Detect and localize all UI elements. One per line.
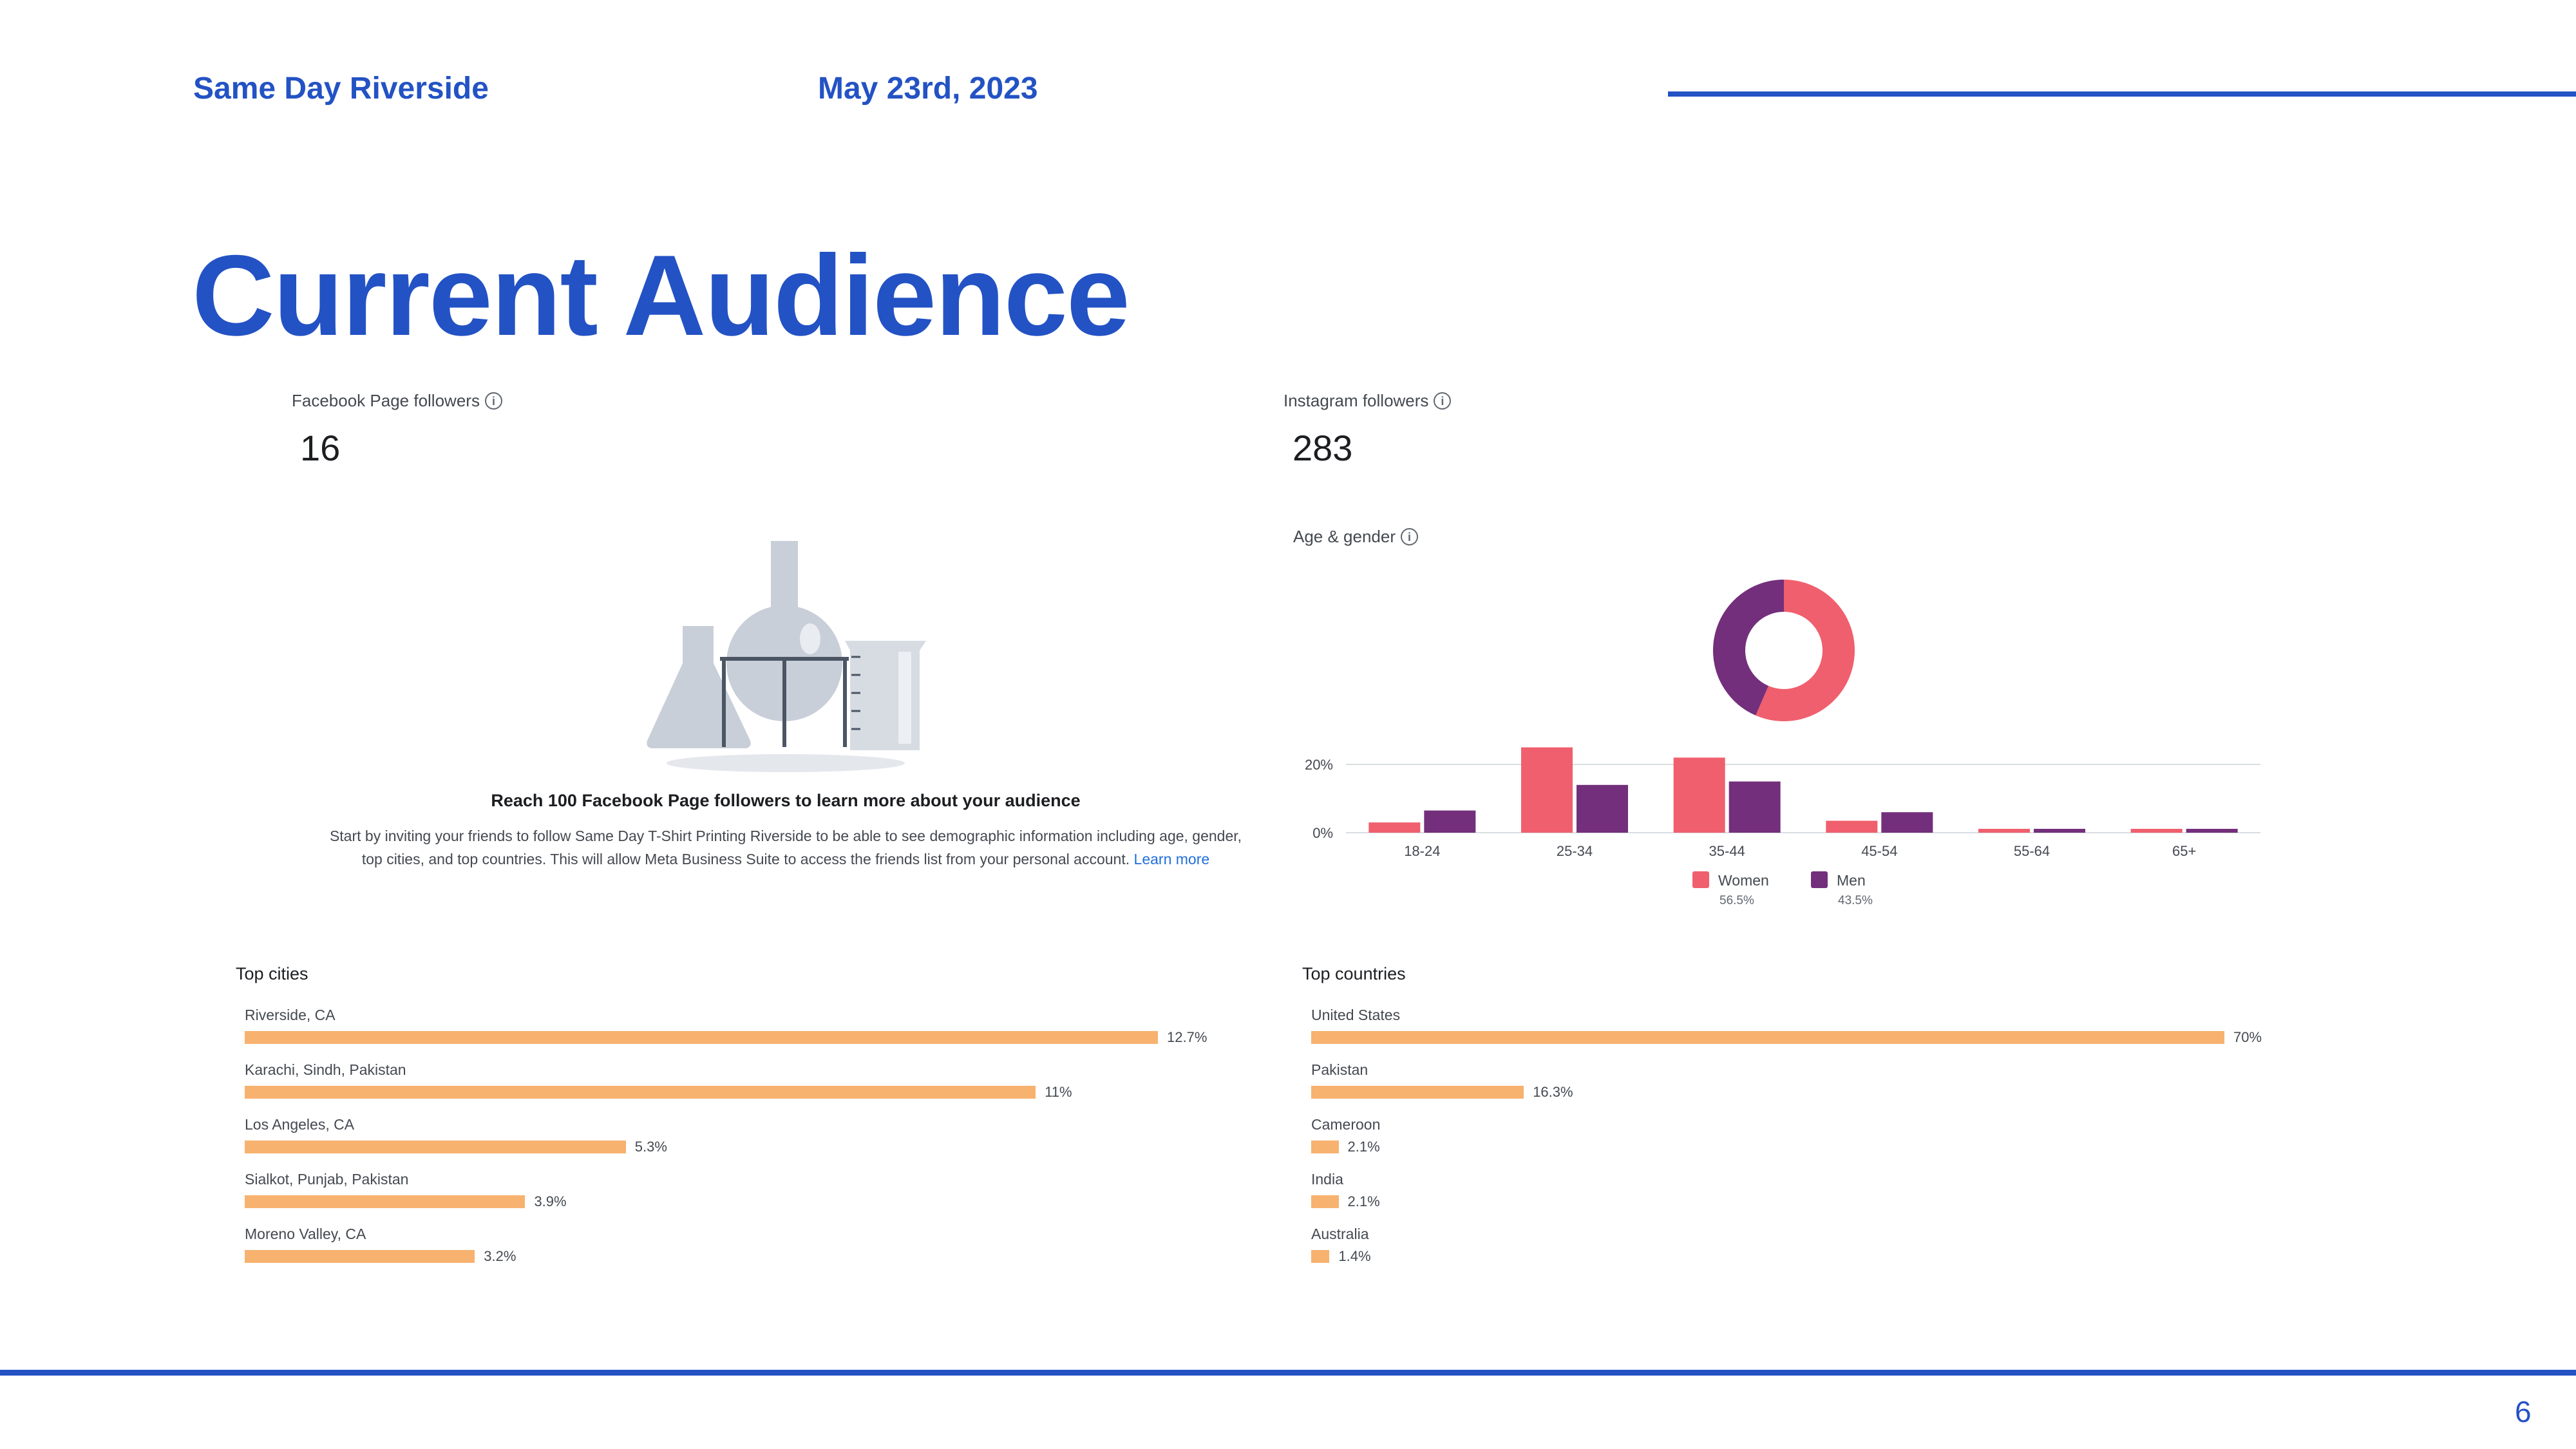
info-icon[interactable]: i	[484, 392, 502, 410]
reach-body-text: Start by inviting your friends to follow…	[329, 828, 1242, 867]
city-bar	[245, 1250, 475, 1263]
men-legend-percent: 43.5%	[1838, 894, 1873, 907]
age-gender-bar-chart: 0% 20% 18-24 25-34 35-44 45-54 55-64 65+	[1305, 747, 2260, 859]
info-icon[interactable]: i	[1434, 392, 1452, 410]
country-label: United States	[1311, 1007, 1401, 1023]
facebook-followers-value: 16	[300, 428, 341, 468]
country-label: Australia	[1311, 1226, 1369, 1242]
page-number: 6	[2515, 1395, 2532, 1428]
women-legend-label: Women	[1718, 872, 1769, 889]
country-percent: 2.1%	[1347, 1139, 1380, 1155]
gender-donut-chart	[1713, 580, 1855, 721]
men-legend-swatch	[1811, 871, 1828, 888]
age-gender-label-text: Age & gender	[1293, 527, 1396, 546]
bar-men-18-24	[1424, 810, 1476, 833]
city-bar	[245, 1031, 1158, 1044]
bar-women-25-34	[1521, 747, 1573, 833]
info-icon[interactable]: i	[1401, 528, 1419, 545]
bar-women-35-44	[1673, 757, 1725, 833]
city-label: Moreno Valley, CA	[245, 1226, 366, 1242]
city-percent: 12.7%	[1167, 1029, 1208, 1045]
country-percent: 16.3%	[1533, 1084, 1573, 1100]
x-tick-label: 18-24	[1404, 843, 1440, 859]
bar-women-65+	[2130, 829, 2183, 833]
city-label: Riverside, CA	[245, 1007, 336, 1023]
bar-men-65+	[2186, 829, 2238, 833]
city-percent: 3.9%	[534, 1193, 567, 1209]
country-percent: 1.4%	[1338, 1248, 1371, 1264]
y-tick-label: 0%	[1312, 825, 1333, 841]
x-tick-label: 25-34	[1557, 843, 1593, 859]
header-divider	[1668, 91, 2576, 97]
country-label: Cameroon	[1311, 1116, 1381, 1133]
country-bar	[1311, 1141, 1339, 1153]
country-bar	[1311, 1031, 2224, 1044]
lab-flasks-illustration	[647, 541, 926, 772]
reach-body: Start by inviting your friends to follow…	[322, 824, 1249, 871]
city-bar	[245, 1195, 526, 1208]
country-bar	[1311, 1086, 1524, 1099]
footer-divider	[0, 1370, 2576, 1376]
report-date: May 23rd, 2023	[818, 71, 1038, 106]
learn-more-link[interactable]: Learn more	[1134, 851, 1210, 867]
country-percent: 70%	[2233, 1029, 2262, 1045]
country-bar	[1311, 1250, 1330, 1263]
bar-men-55-64	[2034, 829, 2085, 833]
city-percent: 11%	[1045, 1084, 1072, 1100]
facebook-followers-label-text: Facebook Page followers	[292, 391, 480, 410]
city-label: Los Angeles, CA	[245, 1116, 355, 1133]
x-tick-label: 35-44	[1709, 843, 1745, 859]
top-cities-title: Top cities	[236, 964, 308, 983]
bar-women-45-54	[1826, 820, 1878, 833]
x-tick-label: 55-64	[2014, 843, 2050, 859]
instagram-followers-value: 283	[1293, 428, 1353, 468]
facebook-followers-label: Facebook Page followers i	[292, 391, 502, 411]
country-label: Pakistan	[1311, 1061, 1368, 1078]
instagram-followers-label: Instagram followers i	[1283, 391, 1452, 411]
bar-men-25-34	[1577, 784, 1628, 833]
reach-title: Reach 100 Facebook Page followers to lea…	[491, 791, 1081, 810]
x-tick-label: 45-54	[1861, 843, 1897, 859]
city-bar	[245, 1086, 1036, 1099]
bar-men-45-54	[1881, 812, 1933, 833]
city-percent: 3.2%	[484, 1248, 516, 1264]
country-label: India	[1311, 1171, 1343, 1188]
men-legend-label: Men	[1837, 872, 1866, 889]
city-bar	[245, 1141, 626, 1153]
bar-women-18-24	[1368, 822, 1421, 833]
country-percent: 2.1%	[1347, 1193, 1380, 1209]
bar-women-55-64	[1978, 829, 2030, 833]
women-legend-percent: 56.5%	[1719, 894, 1754, 907]
age-gender-label: Age & gender i	[1293, 527, 1419, 547]
top-countries-title: Top countries	[1302, 964, 1406, 983]
city-label: Karachi, Sindh, Pakistan	[245, 1061, 406, 1078]
page-title: Current Audience	[192, 231, 1130, 359]
x-tick-label: 65+	[2172, 843, 2196, 859]
city-label: Sialkot, Punjab, Pakistan	[245, 1171, 409, 1188]
instagram-followers-label-text: Instagram followers	[1283, 391, 1429, 410]
bar-men-35-44	[1728, 781, 1781, 833]
city-percent: 5.3%	[634, 1139, 667, 1155]
y-tick-label: 20%	[1305, 757, 1333, 773]
country-bar	[1311, 1195, 1339, 1208]
women-legend-swatch	[1692, 871, 1709, 888]
brand-name: Same Day Riverside	[193, 71, 489, 106]
